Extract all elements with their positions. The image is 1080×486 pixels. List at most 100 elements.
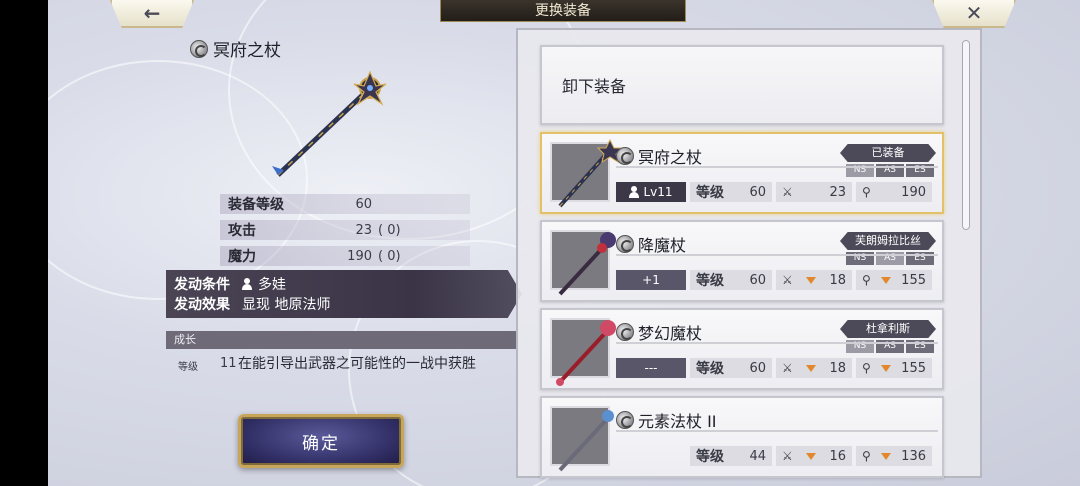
- magic-cell: ⚲ 155: [856, 358, 932, 378]
- activation-effect: 发动效果 显现 地原法师: [174, 294, 514, 314]
- owner-tag: 芙朗姆拉比丝: [840, 232, 936, 250]
- level-cell: 等级 60: [690, 182, 772, 202]
- card-name: 降魔杖: [638, 236, 687, 255]
- magic-cell: ⚲ 190: [856, 182, 932, 202]
- stat-bonus: ( 0): [378, 222, 401, 238]
- decrease-arrow-icon: [806, 364, 817, 372]
- divider: [616, 342, 938, 344]
- sword-icon: ⚔: [782, 361, 793, 375]
- attack-value: 23: [829, 184, 846, 200]
- person-icon: [242, 278, 252, 290]
- stat-bonus: ( 0): [378, 248, 401, 264]
- level-label: 等级: [696, 273, 724, 289]
- equipment-card[interactable]: 元素法杖 II 等级 44 ⚔ 16 ⚲ 136: [540, 396, 944, 478]
- stat-value: 60: [355, 196, 372, 212]
- card-stats: +1 等级 60 ⚔ 18 ⚲ 155: [616, 270, 938, 290]
- wand-icon: ⚲: [862, 361, 871, 375]
- card-stats: --- 等级 60 ⚔ 18 ⚲ 155: [616, 358, 938, 378]
- staff-thumbnail-icon: [558, 410, 614, 472]
- level-label: 等级: [696, 361, 724, 377]
- stat-label: 魔力: [228, 249, 256, 265]
- decrease-arrow-icon: [880, 364, 891, 372]
- growth-level-box: [616, 446, 686, 466]
- level-cell: 等级 60: [690, 270, 772, 290]
- attack-cell: ⚔ 18: [776, 270, 852, 290]
- sword-icon: ⚔: [782, 185, 793, 199]
- attack-cell: ⚔ 18: [776, 358, 852, 378]
- close-button[interactable]: ✕: [932, 0, 1016, 28]
- weapon-type-icon: [616, 235, 634, 253]
- attack-cell: ⚔ 23: [776, 182, 852, 202]
- card-name: 梦幻魔杖: [638, 324, 703, 343]
- effect-value: 显现 地原法师: [242, 297, 331, 313]
- unequip-button[interactable]: 卸下装备: [540, 45, 944, 125]
- stat-row-level: 装备等级 60: [220, 194, 470, 214]
- stat-value: 23: [355, 222, 372, 238]
- card-stats: 等级 44 ⚔ 16 ⚲ 136: [616, 446, 938, 466]
- divider: [616, 254, 938, 256]
- stat-label: 攻击: [228, 223, 256, 239]
- growth-level-box: Lv11: [616, 182, 686, 202]
- growth-description: 在能引导出武器之可能性的一战中获胜: [238, 356, 476, 372]
- card-name: 冥府之杖: [638, 148, 703, 167]
- back-button[interactable]: ←: [110, 0, 194, 28]
- level-value: 60: [749, 272, 766, 288]
- staff-image: [272, 70, 387, 177]
- magic-value: 155: [901, 360, 926, 376]
- page-title: 更换装备: [440, 0, 686, 22]
- list-scrollbar[interactable]: [962, 40, 970, 230]
- level-value: 44: [749, 448, 766, 464]
- activation-condition: 发动条件 多娃: [174, 274, 514, 294]
- weapon-thumbnail: [550, 230, 616, 296]
- card-name-row: 梦幻魔杖: [616, 320, 702, 344]
- growth-level-box: ---: [616, 358, 686, 378]
- back-arrow-icon: ←: [143, 1, 161, 25]
- sword-icon: ⚔: [782, 449, 793, 463]
- card-name: 元素法杖 II: [638, 412, 717, 431]
- equipment-screen: ← 更换装备 ✕ 冥府之杖 装备等级 60 攻击 23 ( 0) 魔力 190 …: [48, 0, 1080, 486]
- card-name-row: 冥府之杖: [616, 144, 702, 168]
- equipment-card[interactable]: 梦幻魔杖 杜拿利斯 NS AS ES --- 等级 60 ⚔ 18 ⚲ 155: [540, 308, 944, 390]
- activation-panel: 发动条件 多娃 发动效果 显现 地原法师: [166, 270, 522, 318]
- card-name-row: 降魔杖: [616, 232, 686, 256]
- weapon-type-icon: [616, 411, 634, 429]
- weapon-thumbnail: [550, 318, 616, 386]
- growth-header: 成长: [166, 331, 516, 349]
- stat-label: 装备等级: [228, 197, 284, 213]
- decrease-arrow-icon: [880, 276, 891, 284]
- level-cell: 等级 60: [690, 358, 772, 378]
- divider: [616, 430, 938, 432]
- magic-value: 190: [901, 184, 926, 200]
- staff-thumbnail-icon: [558, 138, 624, 208]
- growth-level: 11: [220, 356, 237, 371]
- card-stats: Lv11 等级 60 ⚔ 23 ⚲ 190: [616, 182, 938, 202]
- owner-tag: 杜拿利斯: [840, 320, 936, 338]
- owner-tag: 已装备: [840, 144, 936, 162]
- divider: [616, 166, 938, 168]
- stat-row-magic: 魔力 190 ( 0): [220, 246, 470, 266]
- level-label: 等级: [696, 185, 724, 201]
- level-value: 60: [749, 360, 766, 376]
- attack-value: 16: [829, 448, 846, 464]
- weapon-thumbnail: [550, 138, 624, 208]
- equipment-card[interactable]: 冥府之杖 已装备 NS AS ES Lv11 等级 60 ⚔ 23 ⚲ 190: [540, 132, 944, 214]
- weapon-type-icon: [616, 323, 634, 341]
- equipment-card[interactable]: 降魔杖 芙朗姆拉比丝 NS AS ES +1 等级 60 ⚔ 18 ⚲ 155: [540, 220, 944, 302]
- decrease-arrow-icon: [806, 276, 817, 284]
- stat-value: 190: [347, 248, 372, 264]
- attack-cell: ⚔ 16: [776, 446, 852, 466]
- card-name-row: 元素法杖 II: [616, 408, 717, 432]
- magic-value: 136: [901, 448, 926, 464]
- level-value: 60: [749, 184, 766, 200]
- close-icon: ✕: [965, 1, 983, 25]
- item-name-row: 冥府之杖: [190, 36, 281, 61]
- confirm-button[interactable]: 确定: [238, 414, 404, 468]
- condition-label: 发动条件: [174, 277, 230, 293]
- wand-icon: ⚲: [862, 273, 871, 287]
- decrease-arrow-icon: [806, 452, 817, 460]
- condition-value: 多娃: [258, 277, 286, 293]
- staff-thumbnail-icon: [558, 232, 616, 296]
- weapon-type-icon: [190, 39, 208, 58]
- weapon-thumbnail: [550, 406, 614, 472]
- growth-level-label: 等级: [178, 362, 198, 373]
